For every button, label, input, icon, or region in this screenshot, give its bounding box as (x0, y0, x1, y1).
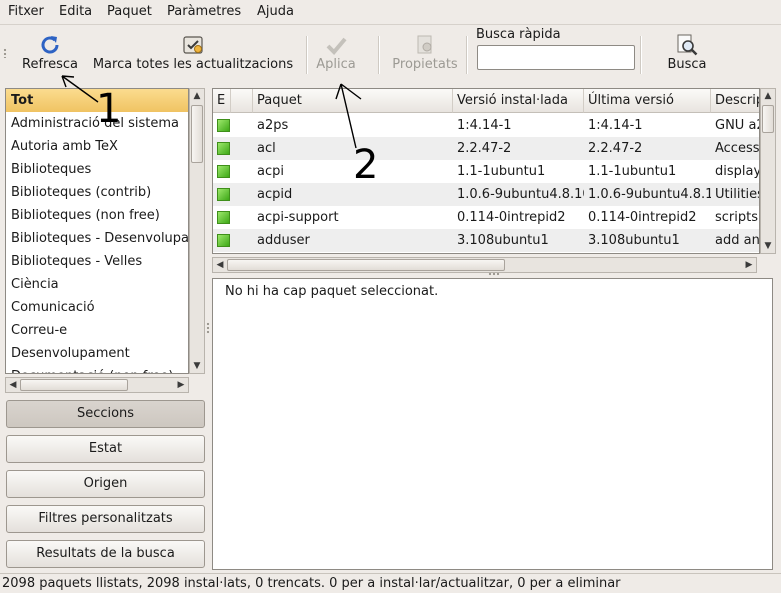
annotation-arrow-1 (61, 75, 99, 103)
annotation-number-1: 1 (96, 86, 122, 132)
annotation-number-2: 2 (353, 142, 379, 188)
annotation-arrow-2 (335, 83, 362, 149)
